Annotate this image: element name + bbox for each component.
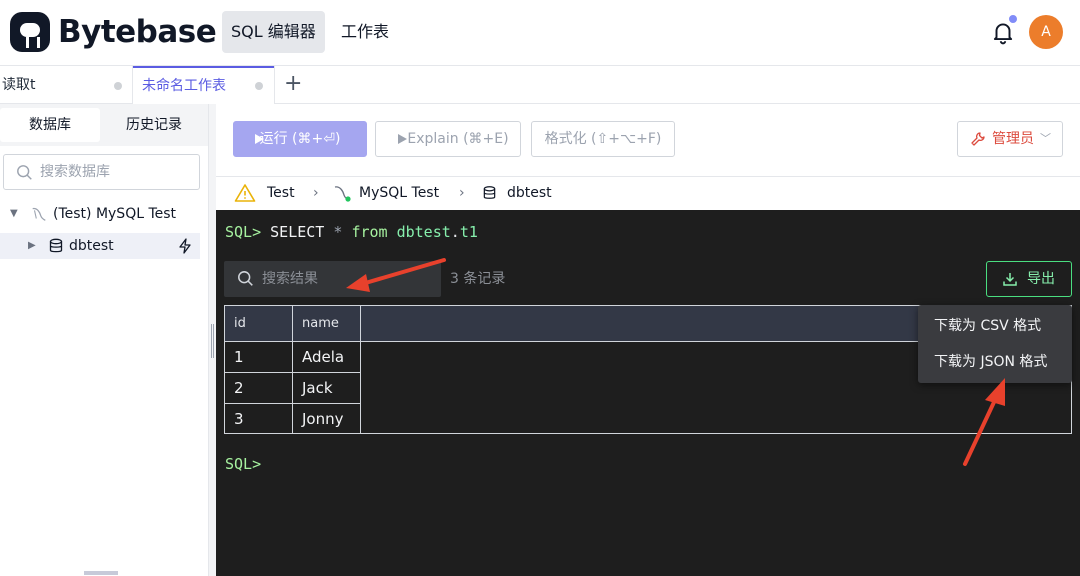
search-icon	[238, 271, 253, 286]
bytebase-logo-icon	[10, 12, 50, 52]
sql-prompt-empty[interactable]: SQL>	[225, 454, 261, 474]
notification-badge	[1008, 14, 1018, 24]
tab-label: 读取t	[2, 77, 36, 93]
admin-label: 管理员	[992, 131, 1034, 147]
sql-keyword-from: from	[351, 223, 388, 241]
table-cell-name[interactable]: Jonny	[293, 404, 344, 434]
tab-unsaved-dot-icon[interactable]	[255, 82, 263, 90]
tab-unsaved-dot-icon[interactable]	[114, 82, 122, 90]
sidebar: 数据库 历史记录 搜索数据库 ▼ (Test) MySQL Test ▶ dbt…	[0, 104, 210, 576]
breadcrumb-environment[interactable]: Test	[267, 177, 295, 209]
tab-untitled-worksheet[interactable]: 未命名工作表	[133, 66, 274, 104]
sql-star: *	[333, 223, 343, 241]
export-dropdown-menu: 下载为 CSV 格式 下载为 JSON 格式	[918, 305, 1072, 383]
menu-item-download-json[interactable]: 下载为 JSON 格式	[934, 352, 1047, 372]
worksheet-tabbar: 读取t 未命名工作表 +	[0, 66, 1080, 104]
tab-read-t[interactable]: 读取t	[0, 66, 132, 104]
play-icon	[255, 134, 264, 144]
database-search-placeholder: 搜索数据库	[40, 164, 110, 180]
column-divider	[360, 306, 361, 433]
table-cell-id[interactable]: 1	[225, 342, 244, 372]
tab-history[interactable]: 历史记录	[104, 108, 204, 142]
chevron-right-icon: ›	[459, 185, 465, 201]
connection-breadcrumb: Test › MySQL Test › dbtest	[216, 176, 1080, 210]
chevron-right-icon[interactable]: ▶	[28, 233, 36, 259]
table-cell-id[interactable]: 3	[225, 404, 244, 434]
breadcrumb-database[interactable]: dbtest	[507, 177, 552, 209]
warning-icon	[234, 184, 256, 202]
search-icon	[17, 165, 32, 180]
nav-worksheets[interactable]: 工作表	[332, 11, 398, 53]
table-cell-name[interactable]: Jack	[293, 373, 333, 403]
play-icon	[398, 134, 407, 144]
tab-label: 未命名工作表	[142, 78, 226, 94]
sidebar-tabs: 数据库 历史记录	[0, 104, 210, 146]
admin-mode-button[interactable]: 管理员 ﹀	[957, 121, 1063, 157]
column-header-id[interactable]: id	[225, 306, 246, 342]
chevron-down-icon: ﹀	[1040, 132, 1051, 145]
chevron-right-icon: ›	[313, 185, 319, 201]
sql-console[interactable]: SQL> SELECT * from dbtest.t1 搜索结果 3 条记录 …	[216, 210, 1080, 576]
user-avatar[interactable]: A	[1029, 15, 1063, 49]
lightning-icon[interactable]	[177, 238, 193, 254]
table-cell-name[interactable]: Adela	[293, 342, 344, 372]
sql-prompt: SQL>	[225, 223, 262, 241]
database-icon	[49, 238, 63, 253]
export-button[interactable]: 导出	[986, 261, 1072, 297]
tab-databases[interactable]: 数据库	[0, 108, 100, 142]
result-search-input[interactable]: 搜索结果	[224, 261, 441, 297]
wrench-icon	[971, 132, 985, 146]
tree-item-label: (Test) MySQL Test	[53, 206, 177, 222]
explain-label: Explain (⌘+E)	[407, 131, 509, 147]
column-header-name[interactable]: name	[293, 306, 339, 342]
result-search-placeholder: 搜索结果	[262, 271, 318, 287]
download-icon	[1003, 273, 1017, 286]
tree-item-database[interactable]: ▶ dbtest	[0, 233, 200, 259]
database-search-input[interactable]: 搜索数据库	[3, 154, 200, 190]
resize-handle-icon[interactable]	[211, 324, 214, 358]
mysql-icon	[32, 207, 46, 221]
database-icon	[483, 186, 496, 199]
sql-table-db: dbtest	[396, 223, 451, 241]
mysql-icon	[334, 186, 351, 202]
tree-item-instance[interactable]: ▼ (Test) MySQL Test	[0, 201, 200, 227]
sql-table-name: t1	[459, 223, 478, 241]
row-count: 3 条记录	[450, 271, 506, 287]
breadcrumb-instance[interactable]: MySQL Test	[359, 177, 439, 209]
menu-item-download-csv[interactable]: 下载为 CSV 格式	[934, 316, 1041, 336]
sql-statement[interactable]: SQL> SELECT * from dbtest.t1	[225, 222, 478, 242]
app-header: Bytebase SQL 编辑器 工作表 A	[0, 0, 1080, 66]
format-button[interactable]: 格式化 (⇧+⌥+F)	[531, 121, 675, 157]
export-label: 导出	[1027, 271, 1055, 287]
bytebase-logo[interactable]: Bytebase	[10, 12, 217, 52]
sidebar-scroll-indicator	[84, 571, 118, 575]
brand-name: Bytebase	[58, 14, 217, 50]
sql-keyword-select: SELECT	[270, 223, 325, 241]
nav-sql-editor[interactable]: SQL 编辑器	[222, 11, 325, 53]
chevron-down-icon[interactable]: ▼	[10, 201, 18, 227]
tree-item-label: dbtest	[69, 238, 114, 254]
table-cell-id[interactable]: 2	[225, 373, 244, 403]
add-tab-icon[interactable]: +	[284, 72, 302, 96]
tab-divider	[274, 66, 275, 104]
